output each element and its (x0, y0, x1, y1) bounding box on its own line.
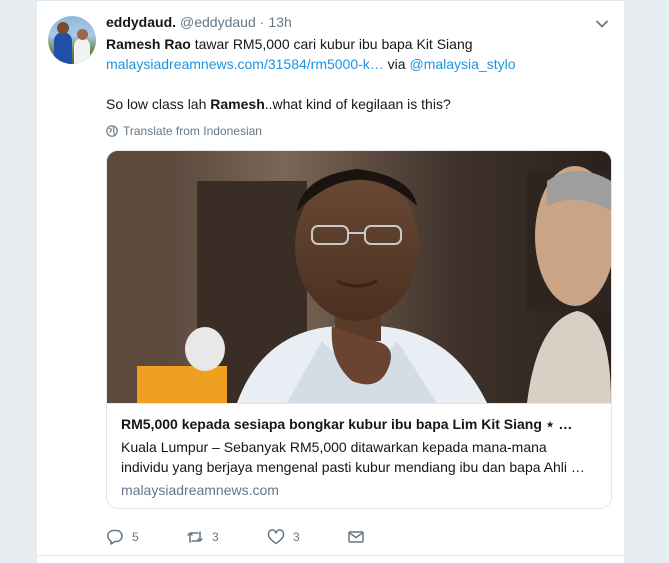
link-card[interactable]: RM5,000 kepada sesiapa bongkar kubur ibu… (106, 150, 612, 509)
separator: · (259, 14, 265, 30)
card-title[interactable]: RM5,000 kepada sesiapa bongkar kubur ibu… (121, 416, 601, 433)
reply-count: 5 (132, 530, 139, 544)
tweet-text-line-2: malaysiadreamnews.com/31584/rm5000-k… vi… (106, 56, 516, 72)
reply-icon (107, 529, 123, 545)
card-description-line: individu yang berjaya mengenal pasti kub… (121, 459, 585, 475)
tweet-text-line-3: So low class lah Ramesh..what kind of ke… (106, 96, 451, 112)
retweet-button[interactable]: 3 (186, 527, 219, 547)
tweet-header: eddydaud. @eddydaud · 13h (106, 14, 292, 34)
globe-icon (106, 125, 118, 137)
message-icon (348, 531, 364, 543)
timestamp[interactable]: 13h (268, 14, 291, 30)
message-button[interactable] (347, 527, 365, 547)
tweet-text: tawar RM5,000 cari kubur ibu bapa Kit Si… (190, 36, 473, 52)
article-link[interactable]: malaysiadreamnews.com/31584/rm5000-k… (106, 56, 384, 72)
avatar[interactable] (48, 16, 96, 64)
bold-name: Ramesh (210, 96, 265, 112)
card-text[interactable]: RM5,000 kepada sesiapa bongkar kubur ibu… (107, 403, 611, 508)
card-domain: malaysiadreamnews.com (121, 482, 279, 498)
translate-link[interactable]: Translate from Indonesian (106, 124, 262, 138)
tweet-text-line-1: Ramesh Rao tawar RM5,000 cari kubur ibu … (106, 36, 473, 52)
card-description-line: Kuala Lumpur – Sebanyak RM5,000 ditawark… (121, 439, 547, 455)
divider (36, 555, 623, 556)
like-button[interactable]: 3 (267, 527, 300, 547)
divider (36, 0, 623, 1)
retweet-icon (187, 531, 203, 543)
tweet-text: ..what kind of kegilaan is this? (264, 96, 451, 112)
card-description: Kuala Lumpur – Sebanyak RM5,000 ditawark… (121, 437, 601, 477)
mention-link[interactable]: @malaysia_stylo (409, 56, 515, 72)
user-handle[interactable]: @eddydaud (180, 14, 256, 30)
like-count: 3 (293, 530, 300, 544)
mention-name: Ramesh Rao (106, 36, 191, 52)
card-image[interactable] (107, 151, 611, 403)
caret-down-icon[interactable] (594, 16, 610, 32)
via-text: via (383, 56, 410, 72)
tweet-text: So low class lah (106, 96, 211, 112)
reply-button[interactable]: 5 (106, 527, 139, 547)
like-icon (267, 529, 285, 545)
retweet-count: 3 (212, 530, 219, 544)
display-name[interactable]: eddydaud. (106, 14, 176, 30)
translate-label[interactable]: Translate from Indonesian (123, 124, 262, 138)
